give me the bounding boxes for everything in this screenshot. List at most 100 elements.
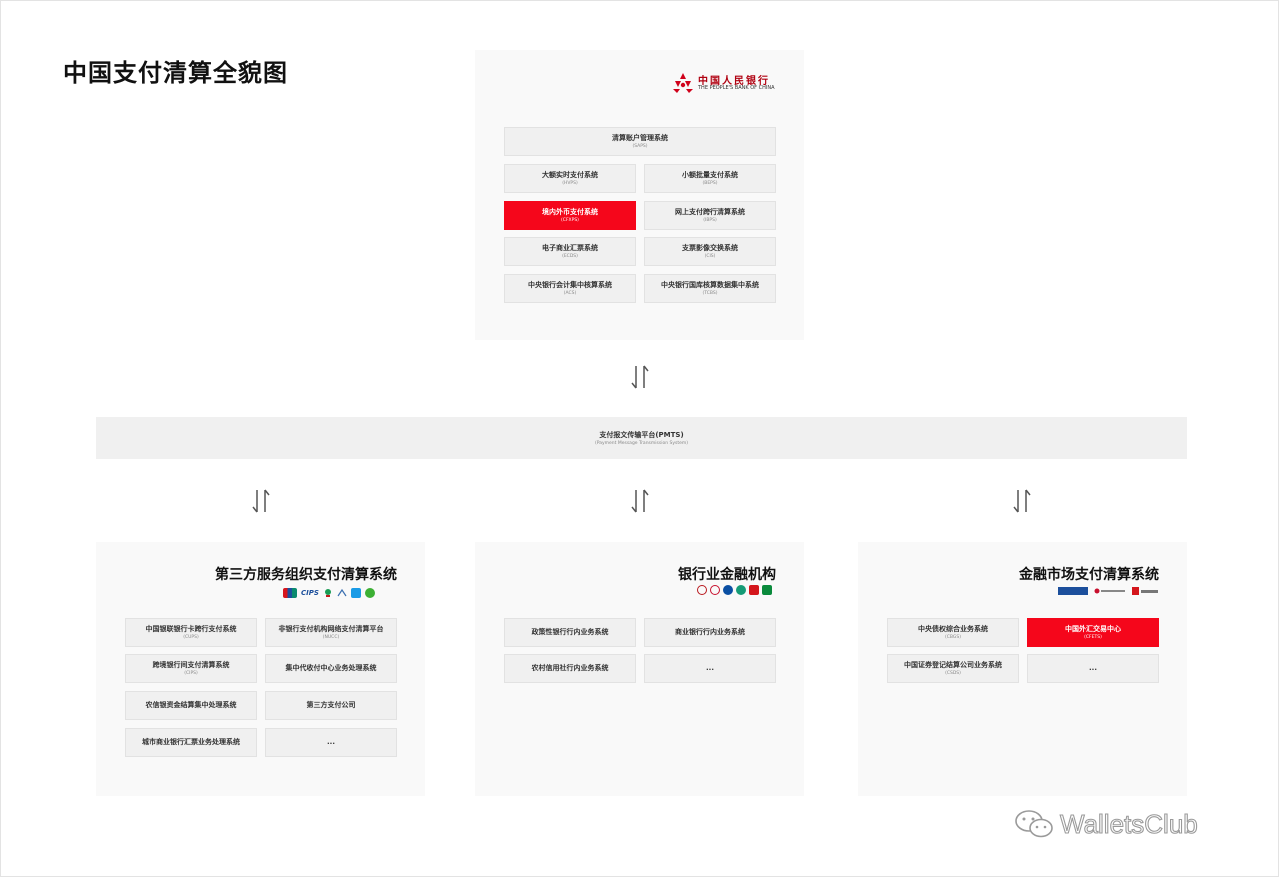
market-system-cell-highlighted: 中国外汇交易中心 (CFETS) (1027, 618, 1159, 647)
system-name: 商业银行行内业务系统 (675, 628, 745, 637)
pboc-system-cell: 中央银行国库核算数据集中系统 (TCBS) (644, 274, 776, 303)
system-abbr: (CIPS) (184, 670, 198, 676)
pmts-bar: 支付报文传输平台(PMTS) (Payment Message Transmis… (96, 417, 1187, 459)
system-abbr: (TCBS) (702, 290, 718, 296)
system-abbr: (HVPS) (562, 180, 578, 186)
system-name: 中国外汇交易中心 (1065, 624, 1121, 633)
pboc-system-cell: 大额实时支付系统 (HVPS) (504, 164, 636, 193)
system-abbr: (BEPS) (702, 180, 718, 186)
pboc-system-cell: 支票影像交换系统 (CIS) (644, 237, 776, 266)
cips-logo-icon: CIPS (301, 589, 319, 597)
system-abbr: (CSDS) (945, 670, 961, 676)
shclearing-logo-icon (1058, 587, 1088, 595)
bidirectional-arrow-icon (631, 489, 649, 513)
system-abbr: (CFXPS) (561, 217, 579, 223)
system-name: 中国银联银行卡跨行支付系统 (145, 624, 237, 633)
third-party-system-cell: 城市商业银行汇票业务处理系统 (125, 728, 257, 757)
bidirectional-arrow-icon (1013, 489, 1031, 513)
third-party-system-cell: 集中代收付中心业务处理系统 (265, 654, 397, 683)
system-name: 第三方支付公司 (306, 701, 356, 710)
market-system-cell: 中央债权综合业务系统 (CBGS) (887, 618, 1019, 647)
page-title: 中国支付清算全貌图 (63, 59, 288, 87)
banking-system-cell: ... (644, 654, 776, 683)
pboc-system-cell: 中央银行会计集中核算系统 (ACS) (504, 274, 636, 303)
system-abbr: (CUPS) (183, 634, 199, 640)
pboc-emblem-icon (673, 73, 693, 93)
icbc-logo-icon (710, 585, 720, 595)
system-name: 网上支付跨行清算系统 (675, 207, 745, 216)
unionpay-logo-icon (283, 588, 297, 598)
system-name: 支票影像交换系统 (682, 243, 738, 252)
pboc-system-cell-highlighted: 境内外币支付系统 (CFXPS) (504, 201, 636, 230)
banking-logos (697, 585, 772, 595)
market-system-cell: 中国证券登记结算公司业务系统 (CSDS) (887, 654, 1019, 683)
pboc-system-cell: 小额批量支付系统 (BEPS) (644, 164, 776, 193)
watermark: WalletsClub (1014, 808, 1198, 840)
cfets-logo-icon (1094, 588, 1126, 594)
system-name: 中国证券登记结算公司业务系统 (904, 660, 1002, 669)
system-name: 政策性银行行内业务系统 (531, 628, 609, 637)
system-abbr: (SAPS) (632, 143, 648, 149)
system-name: 电子商业汇票系统 (542, 243, 598, 252)
system-name: 中央银行国库核算数据集中系统 (661, 280, 759, 289)
pmts-name: 支付报文传输平台(PMTS) (599, 431, 684, 439)
system-name: 非银行支付机构网络支付清算平台 (278, 624, 384, 633)
system-name: ... (327, 738, 335, 747)
system-name: 农信银资金结算集中处理系统 (145, 701, 237, 710)
system-abbr: (ACS) (563, 290, 577, 296)
system-name: ... (1089, 664, 1097, 673)
banking-heading: 银行业金融机构 (678, 567, 776, 583)
nets-logo-icon (323, 588, 333, 598)
ccdc-logo-icon (1132, 587, 1158, 595)
pboc-system-cell: 电子商业汇票系统 (ECDS) (504, 237, 636, 266)
system-name: 农村信用社行内业务系统 (531, 664, 609, 673)
third-party-system-cell: ... (265, 728, 397, 757)
alipay-logo-icon (350, 588, 361, 598)
system-name: ... (706, 664, 714, 673)
third-party-heading: 第三方服务组织支付清算系统 (215, 567, 397, 583)
system-name: 清算账户管理系统 (612, 133, 668, 142)
pboc-system-cell: 网上支付跨行清算系统 (IBPS) (644, 201, 776, 230)
cmb-logo-icon (749, 585, 759, 595)
third-party-system-cell: 农信银资金结算集中处理系统 (125, 691, 257, 720)
pboc-system-saps: 清算账户管理系统 (SAPS) (504, 127, 776, 156)
system-abbr: (CIS) (704, 253, 716, 259)
banking-system-cell: 农村信用社行内业务系统 (504, 654, 636, 683)
system-name: 境内外币支付系统 (542, 207, 598, 216)
system-name: 小额批量支付系统 (682, 170, 738, 179)
abc-logo-icon (736, 585, 746, 595)
ccb-logo-icon (723, 585, 733, 595)
system-name: 中央银行会计集中核算系统 (528, 280, 612, 289)
market-logos (1058, 586, 1158, 596)
pboc-logo: 中国人民银行 THE PEOPLE'S BANK OF CHINA (672, 70, 782, 96)
network-logo-icon (337, 588, 347, 598)
system-name: 集中代收付中心业务处理系统 (285, 664, 377, 673)
bidirectional-arrow-icon (631, 365, 649, 389)
system-abbr: (CFETS) (1084, 634, 1102, 640)
third-party-system-cell: 中国银联银行卡跨行支付系统 (CUPS) (125, 618, 257, 647)
boc-logo-icon (697, 585, 707, 595)
pmts-english: (Payment Message Transmission System) (594, 441, 689, 446)
wechat-outline-icon (1015, 810, 1053, 838)
system-abbr: (NUCC) (322, 634, 340, 640)
wechat-logo-icon (364, 588, 375, 598)
watermark-text: WalletsClub (1059, 808, 1198, 839)
system-name: 跨境银行间支付清算系统 (152, 660, 230, 669)
psbc-logo-icon (762, 585, 772, 595)
third-party-system-cell: 非银行支付机构网络支付清算平台 (NUCC) (265, 618, 397, 647)
system-abbr: (ECDS) (562, 253, 578, 259)
market-system-cell: ... (1027, 654, 1159, 683)
third-party-logos: CIPS (283, 588, 375, 598)
pboc-logo-english: THE PEOPLE'S BANK OF CHINA (698, 85, 775, 91)
banking-system-cell: 商业银行行内业务系统 (644, 618, 776, 647)
system-abbr: (IBPS) (703, 217, 717, 223)
system-abbr: (CBGS) (944, 634, 961, 640)
third-party-system-cell: 第三方支付公司 (265, 691, 397, 720)
third-party-system-cell: 跨境银行间支付清算系统 (CIPS) (125, 654, 257, 683)
market-heading: 金融市场支付清算系统 (1019, 567, 1159, 583)
bidirectional-arrow-icon (252, 489, 270, 513)
banking-system-cell: 政策性银行行内业务系统 (504, 618, 636, 647)
system-name: 大额实时支付系统 (542, 170, 598, 179)
system-name: 城市商业银行汇票业务处理系统 (142, 738, 240, 747)
system-name: 中央债权综合业务系统 (918, 624, 988, 633)
